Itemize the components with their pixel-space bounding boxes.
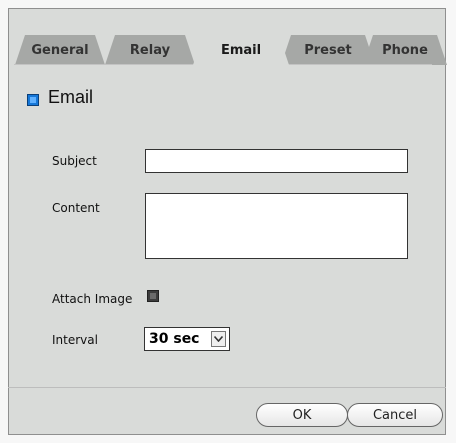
section-title: Email — [48, 87, 94, 107]
interval-select[interactable]: 30 sec — [144, 327, 230, 351]
subject-input[interactable] — [145, 149, 408, 173]
interval-label: Interval — [52, 333, 98, 347]
cancel-button[interactable]: Cancel — [347, 403, 443, 427]
attach-image-label: Attach Image — [52, 292, 133, 306]
tab-phone[interactable]: Phone — [363, 35, 447, 65]
interval-value: 30 sec — [149, 331, 200, 347]
attach-image-checkbox[interactable] — [147, 290, 159, 302]
email-enable-checkbox[interactable] — [27, 94, 39, 106]
ok-button[interactable]: OK — [256, 403, 348, 427]
tab-bar: General Relay Email Preset Phone — [15, 35, 433, 65]
tab-email[interactable]: Email — [193, 35, 289, 65]
content-label: Content — [52, 201, 100, 215]
tab-relay[interactable]: Relay — [105, 35, 195, 65]
footer-divider — [8, 387, 446, 388]
chevron-down-icon[interactable] — [211, 331, 226, 347]
tab-preset[interactable]: Preset — [281, 35, 375, 65]
content-textarea[interactable] — [145, 193, 408, 259]
tab-general[interactable]: General — [15, 35, 105, 65]
subject-label: Subject — [52, 154, 97, 168]
